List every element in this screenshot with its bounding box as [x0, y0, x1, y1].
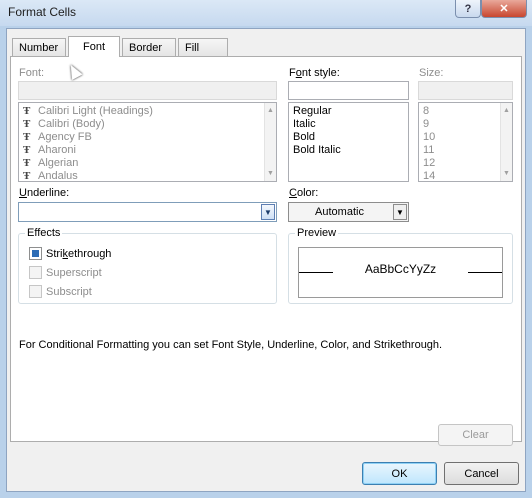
- preview-title: Preview: [295, 227, 339, 239]
- list-item[interactable]: 11: [419, 144, 512, 157]
- checkbox-checked-icon[interactable]: [29, 247, 42, 260]
- clear-button-label: Clear: [462, 429, 489, 441]
- tab-font[interactable]: Font: [68, 36, 120, 57]
- subscript-label: Subscript: [46, 285, 92, 298]
- tab-border-label: Border: [129, 41, 163, 54]
- conditional-formatting-info: For Conditional Formatting you can set F…: [19, 339, 443, 351]
- scroll-up-icon[interactable]: ▲: [265, 105, 276, 116]
- color-dropdown[interactable]: Automatic ▼: [288, 202, 409, 222]
- list-item[interactable]: Bold Italic: [289, 144, 408, 157]
- font-list-scrollbar[interactable]: ▲ ▼: [264, 103, 276, 181]
- color-label: Color:: [289, 187, 318, 199]
- color-value: Automatic: [315, 206, 364, 218]
- superscript-checkbox[interactable]: Superscript: [29, 266, 102, 279]
- help-button[interactable]: ?: [455, 0, 481, 18]
- color-label-accel: C: [289, 187, 297, 199]
- tab-number-label: Number: [19, 41, 59, 54]
- font-item-label: Calibri Light (Headings): [38, 105, 153, 117]
- underline-label: Underline:: [19, 187, 69, 199]
- preview-box: AaBbCcYyZz: [298, 247, 503, 298]
- truetype-icon: Ŧ: [23, 118, 31, 130]
- close-icon: ✕: [499, 3, 509, 15]
- chevron-down-icon[interactable]: ▼: [393, 204, 407, 220]
- font-item-label: Algerian: [38, 157, 79, 169]
- tab-font-label: Font: [82, 41, 105, 53]
- checkbox-icon[interactable]: [29, 285, 42, 298]
- tab-number[interactable]: Number: [12, 38, 66, 56]
- cancel-button-label: Cancel: [464, 467, 499, 480]
- font-list[interactable]: Ŧ Calibri Light (Headings) Ŧ Calibri (Body…: [18, 102, 277, 182]
- size-label: Size:: [419, 67, 444, 79]
- list-item[interactable]: Italic: [289, 118, 408, 131]
- underline-dropdown[interactable]: ▼: [18, 202, 277, 222]
- list-item[interactable]: 14: [419, 170, 512, 181]
- list-item[interactable]: Ŧ Aharoni: [19, 144, 276, 157]
- font-label: Font:: [19, 67, 45, 79]
- font-style-label: Font style:: [289, 67, 340, 79]
- strikethrough-label-part: Stri: [46, 247, 63, 260]
- strikethrough-label-part: ethrough: [68, 247, 112, 260]
- color-label-part: olor:: [296, 187, 319, 199]
- font-name-input[interactable]: [18, 81, 277, 100]
- list-item[interactable]: Regular: [289, 105, 408, 118]
- list-item[interactable]: Ŧ Algerian: [19, 157, 276, 170]
- size-list-scrollbar[interactable]: ▲ ▼: [500, 103, 512, 181]
- superscript-label: Superscript: [46, 266, 102, 279]
- strikethrough-label: Strikethrough: [46, 248, 111, 260]
- effects-title: Effects: [25, 227, 63, 239]
- list-item[interactable]: Ŧ Agency FB: [19, 131, 276, 144]
- scroll-down-icon[interactable]: ▼: [501, 168, 512, 179]
- list-item[interactable]: 8: [419, 105, 512, 118]
- format-cells-dialog: Number Font Border Fill Font: Ŧ Calibri L…: [6, 28, 526, 492]
- size-input[interactable]: [418, 81, 513, 100]
- window-title: Format Cells: [8, 5, 77, 19]
- help-icon: ?: [464, 2, 472, 15]
- font-tab-panel: Font: Ŧ Calibri Light (Headings) Ŧ Calibri…: [10, 56, 522, 446]
- font-item-label: Calibri (Body): [38, 118, 105, 130]
- list-item[interactable]: Ŧ Calibri (Body): [19, 118, 276, 131]
- truetype-icon: Ŧ: [23, 170, 31, 182]
- chevron-down-icon[interactable]: ▼: [261, 204, 275, 220]
- close-button[interactable]: ✕: [481, 0, 527, 18]
- scroll-down-icon[interactable]: ▼: [265, 168, 276, 179]
- list-item[interactable]: 9: [419, 118, 512, 131]
- ok-button[interactable]: OK: [362, 462, 437, 485]
- title-bar: Format Cells ? ✕: [0, 0, 532, 26]
- font-style-list[interactable]: Regular Italic Bold Bold Italic: [288, 102, 409, 182]
- font-style-label-part: F: [289, 67, 296, 79]
- tab-fill[interactable]: Fill: [178, 38, 228, 56]
- truetype-icon: Ŧ: [23, 131, 31, 143]
- cancel-button[interactable]: Cancel: [444, 462, 519, 485]
- font-style-label-part: nt style:: [301, 67, 340, 79]
- effects-group: Effects Strikethrough Superscript Subscr…: [18, 227, 277, 304]
- font-item-label: Agency FB: [38, 131, 92, 143]
- tab-border[interactable]: Border: [122, 38, 176, 56]
- list-item[interactable]: 10: [419, 131, 512, 144]
- list-item[interactable]: Bold: [289, 131, 408, 144]
- scroll-up-icon[interactable]: ▲: [501, 105, 512, 116]
- font-item-label: Andalus: [38, 170, 78, 182]
- list-item[interactable]: Ŧ Andalus: [19, 170, 276, 182]
- font-item-label: Aharoni: [38, 144, 76, 156]
- underline-label-part: nderline:: [26, 187, 70, 199]
- font-style-input[interactable]: [288, 81, 409, 100]
- tab-fill-label: Fill: [185, 41, 200, 54]
- underline-value: [19, 203, 258, 221]
- preview-sample: AaBbCcYyZz: [364, 262, 437, 276]
- strikethrough-checkbox[interactable]: Strikethrough: [29, 247, 111, 260]
- underline-label-accel: U: [19, 187, 27, 199]
- truetype-icon: Ŧ: [23, 105, 31, 117]
- preview-group: Preview AaBbCcYyZz: [288, 227, 513, 304]
- size-list[interactable]: 8 9 10 11 12 14 ▲ ▼: [418, 102, 513, 182]
- list-item[interactable]: Ŧ Calibri Light (Headings): [19, 105, 276, 118]
- list-item[interactable]: 12: [419, 157, 512, 170]
- subscript-checkbox[interactable]: Subscript: [29, 285, 92, 298]
- truetype-icon: Ŧ: [23, 144, 31, 156]
- ok-button-label: OK: [391, 467, 408, 480]
- checkbox-icon[interactable]: [29, 266, 42, 279]
- clear-button[interactable]: Clear: [438, 424, 513, 446]
- truetype-icon: Ŧ: [23, 157, 31, 169]
